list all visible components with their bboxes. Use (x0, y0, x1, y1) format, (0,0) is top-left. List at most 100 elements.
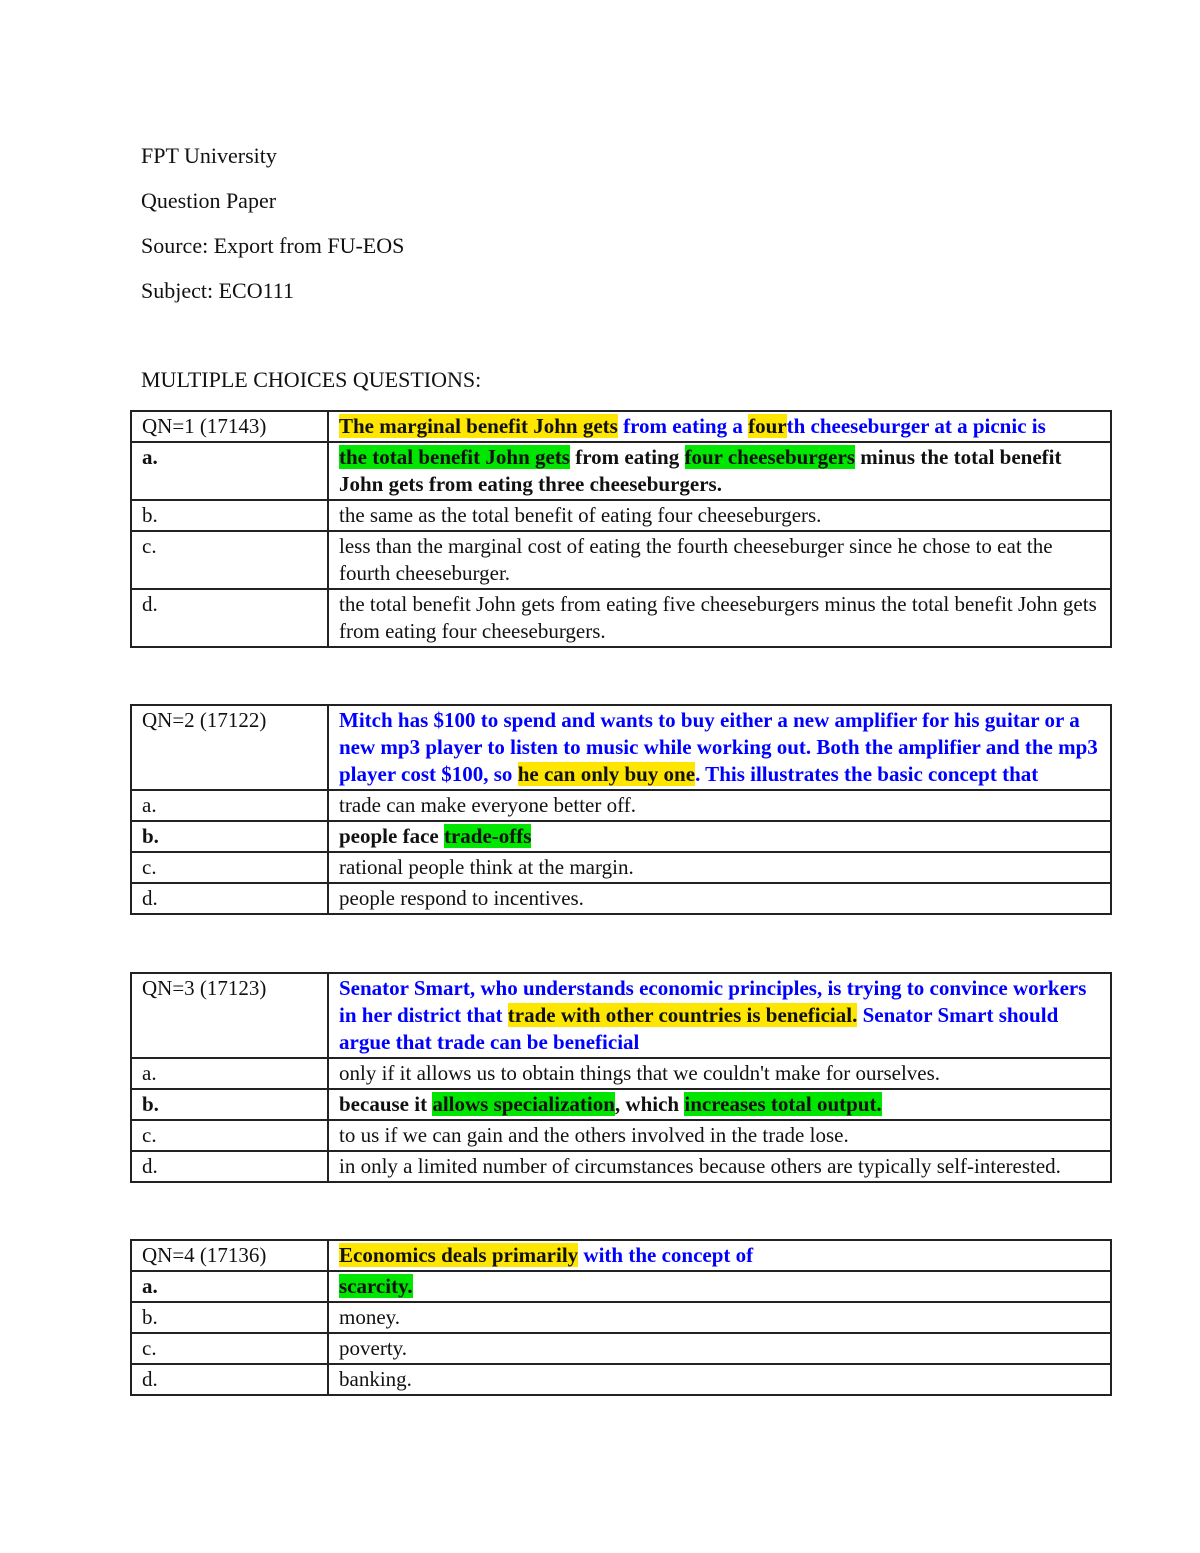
option-text: less than the marginal cost of eating th… (327, 530, 1112, 590)
highlight-green: scarcity. (339, 1274, 413, 1298)
answer-option: d. the total benefit John gets from eatin… (130, 588, 1112, 648)
option-text: trade can make everyone better off. (327, 789, 1112, 822)
answer-option-correct: a. the total benefit John gets from eatin… (130, 441, 1112, 501)
question-table: QN=4 (17136) Economics deals primarily wi… (130, 1239, 1112, 1396)
text-run: from eating (569, 445, 685, 469)
document-source: Source: Export from FU-EOS (141, 233, 405, 258)
answer-option: d. people respond to incentives. (130, 882, 1112, 915)
highlight-yellow: trade with other countries is beneficial… (507, 1003, 858, 1027)
text-run: less than the marginal cost of eating th… (339, 534, 1053, 585)
highlight-green: allows specialization (432, 1092, 615, 1116)
text-run: with the concept of (578, 1243, 754, 1267)
highlight-green: increases total output. (684, 1092, 882, 1116)
highlight-yellow: he can only buy one (517, 762, 696, 786)
option-text: banking. (327, 1363, 1112, 1396)
text-run: th cheeseburger at a picnic is (786, 414, 1046, 438)
text-run: rational people think at the margin. (339, 855, 634, 879)
option-text: to us if we can gain and the others invo… (327, 1119, 1112, 1152)
option-letter: b. (130, 820, 329, 853)
answer-option: b. the same as the total benefit of eatin… (130, 499, 1112, 532)
document-page: FPT University Question Paper Source: Ex… (0, 0, 1200, 1553)
text-run: people respond to incentives. (339, 886, 584, 910)
answer-option: a. trade can make everyone better off. (130, 789, 1112, 822)
text-run: money. (339, 1305, 401, 1329)
answer-option-correct: b. because it allows specialization, whic… (130, 1088, 1112, 1121)
text-run: from eating a (617, 414, 749, 438)
document-type: Question Paper (141, 188, 277, 213)
question-stem: Mitch has $100 to spend and wants to buy… (327, 704, 1112, 791)
answer-option: c. poverty. (130, 1332, 1112, 1365)
option-letter: a. (130, 1057, 329, 1090)
text-run: because it (339, 1092, 433, 1116)
option-letter: c. (130, 851, 329, 884)
question-stem-row: QN=2 (17122) Mitch has $100 to spend and … (130, 704, 1112, 791)
text-run: , which (614, 1092, 685, 1116)
option-letter: c. (130, 1119, 329, 1152)
text-run: only if it allows us to obtain things th… (339, 1061, 941, 1085)
answer-option: c. less than the marginal cost of eating … (130, 530, 1112, 590)
highlight-green: the total benefit John gets (339, 445, 570, 469)
question-stem-row: QN=4 (17136) Economics deals primarily wi… (130, 1239, 1112, 1272)
option-letter: d. (130, 882, 329, 915)
option-text: people respond to incentives. (327, 882, 1112, 915)
answer-option: c. rational people think at the margin. (130, 851, 1112, 884)
option-letter: a. (130, 441, 329, 501)
answer-option: d. in only a limited number of circumstan… (130, 1150, 1112, 1183)
option-letter: b. (130, 1088, 329, 1121)
question-stem: Senator Smart, who understands economic … (327, 972, 1112, 1059)
question-number: QN=2 (17122) (130, 704, 329, 791)
text-run: the total benefit John gets from eating … (339, 592, 1097, 643)
answer-option: d. banking. (130, 1363, 1112, 1396)
highlight-yellow: Economics deals primarily (339, 1243, 579, 1267)
answer-option-correct: a. scarcity. (130, 1270, 1112, 1303)
question-stem: Economics deals primarily with the conce… (327, 1239, 1112, 1272)
question-number: QN=3 (17123) (130, 972, 329, 1059)
institution-name: FPT University (141, 143, 277, 168)
question-table: QN=1 (17143) The marginal benefit John ge… (130, 410, 1112, 648)
option-text: in only a limited number of circumstance… (327, 1150, 1112, 1183)
question-stem: The marginal benefit John gets from eati… (327, 410, 1112, 443)
option-text: the total benefit John gets from eating … (327, 588, 1112, 648)
question-number: QN=4 (17136) (130, 1239, 329, 1272)
option-letter: d. (130, 588, 329, 648)
question-table: QN=2 (17122) Mitch has $100 to spend and … (130, 704, 1112, 915)
text-run: . This illustrates the basic concept tha… (695, 762, 1039, 786)
text-run: banking. (339, 1367, 412, 1391)
question-number: QN=1 (17143) (130, 410, 329, 443)
text-run: people face (339, 824, 444, 848)
option-letter: b. (130, 1301, 329, 1334)
option-text: people face trade-offs (327, 820, 1112, 853)
answer-option: a. only if it allows us to obtain things … (130, 1057, 1112, 1090)
option-text: money. (327, 1301, 1112, 1334)
text-run: poverty. (339, 1336, 408, 1360)
document-subject: Subject: ECO111 (141, 278, 294, 303)
text-run: trade can make everyone better off. (339, 793, 636, 817)
option-letter: a. (130, 789, 329, 822)
option-text: the total benefit John gets from eating … (327, 441, 1112, 501)
highlight-yellow: four (748, 414, 787, 438)
highlight-green: four cheeseburgers (684, 445, 855, 469)
option-text: scarcity. (327, 1270, 1112, 1303)
section-title: MULTIPLE CHOICES QUESTIONS: (141, 367, 482, 392)
option-text: because it allows specialization, which … (327, 1088, 1112, 1121)
option-letter: b. (130, 499, 329, 532)
option-text: poverty. (327, 1332, 1112, 1365)
answer-option: b. money. (130, 1301, 1112, 1334)
highlight-yellow: The marginal benefit John gets (339, 414, 618, 438)
option-text: the same as the total benefit of eating … (327, 499, 1112, 532)
text-run: the same as the total benefit of eating … (339, 503, 822, 527)
option-letter: c. (130, 530, 329, 590)
answer-option-correct: b. people face trade-offs (130, 820, 1112, 853)
question-stem-row: QN=1 (17143) The marginal benefit John ge… (130, 410, 1112, 443)
question-stem-row: QN=3 (17123) Senator Smart, who understan… (130, 972, 1112, 1059)
answer-option: c. to us if we can gain and the others in… (130, 1119, 1112, 1152)
option-letter: d. (130, 1363, 329, 1396)
option-letter: a. (130, 1270, 329, 1303)
option-text: only if it allows us to obtain things th… (327, 1057, 1112, 1090)
option-text: rational people think at the margin. (327, 851, 1112, 884)
option-letter: d. (130, 1150, 329, 1183)
text-run: to us if we can gain and the others invo… (339, 1123, 849, 1147)
question-table: QN=3 (17123) Senator Smart, who understan… (130, 972, 1112, 1183)
highlight-green: trade-offs (443, 824, 532, 848)
option-letter: c. (130, 1332, 329, 1365)
